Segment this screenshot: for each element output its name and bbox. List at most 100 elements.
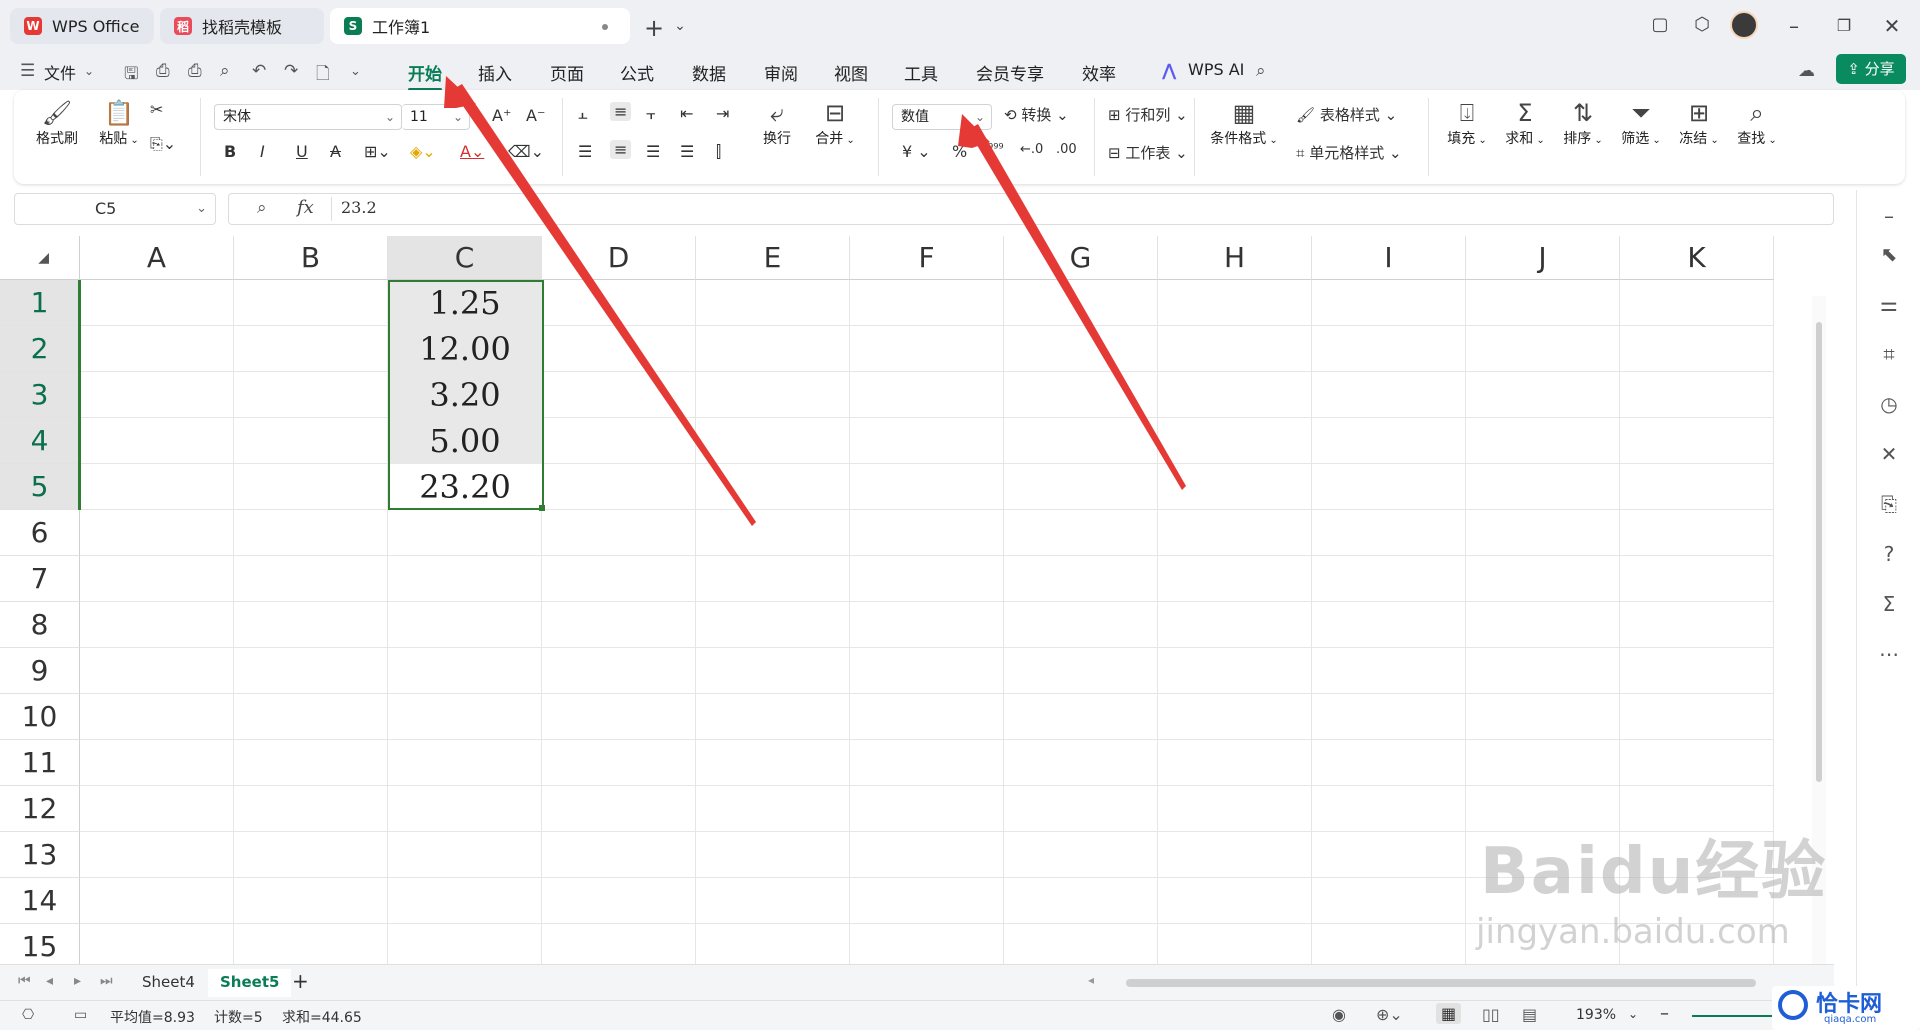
increase-font-icon[interactable]: A⁺: [492, 106, 511, 125]
cube-icon[interactable]: ⬡: [1690, 14, 1714, 35]
share-button[interactable]: ⇪ 分享: [1836, 54, 1906, 84]
fill-color-icon[interactable]: ◈⌄: [410, 142, 436, 161]
formula-bar[interactable]: ⌕ fx 23.2: [228, 193, 1834, 225]
increase-decimal-icon[interactable]: ←.0: [1020, 142, 1043, 157]
row-header-8[interactable]: 8: [0, 602, 80, 648]
name-box[interactable]: C5 ⌄: [14, 193, 216, 225]
select-all-corner[interactable]: ◢: [0, 236, 80, 280]
avatar[interactable]: [1730, 11, 1758, 39]
freeze-button[interactable]: ⊞ 冻结 ⌄: [1674, 98, 1724, 148]
sheet-tab-sheet5[interactable]: Sheet5: [208, 969, 292, 997]
row-header-4[interactable]: 4: [0, 418, 80, 464]
hamburger-icon[interactable]: ☰: [20, 61, 35, 81]
column-header-b[interactable]: B: [234, 236, 388, 280]
cursor-icon[interactable]: ⬉: [1877, 242, 1901, 266]
column-header-d[interactable]: D: [542, 236, 696, 280]
window-layout-icon[interactable]: ▢: [1648, 14, 1672, 35]
menu-review[interactable]: 审阅: [764, 60, 798, 85]
tab-workbook[interactable]: S 工作簿1: [330, 8, 630, 44]
distribute-icon[interactable]: ⫿: [716, 142, 721, 162]
sum-button[interactable]: Σ 求和 ⌄: [1500, 98, 1550, 148]
first-sheet-icon[interactable]: ⏮: [18, 973, 31, 989]
column-header-e[interactable]: E: [696, 236, 850, 280]
crosshair-icon[interactable]: ⊕⌄: [1376, 1005, 1403, 1024]
justify-icon[interactable]: ☰: [680, 142, 694, 161]
underline-icon[interactable]: U: [296, 142, 308, 161]
column-header-i[interactable]: I: [1312, 236, 1466, 280]
menu-view[interactable]: 视图: [834, 60, 868, 85]
redo-icon[interactable]: ↷: [284, 61, 298, 81]
save-icon[interactable]: 🖫: [124, 61, 138, 90]
column-header-a[interactable]: A: [80, 236, 234, 280]
spreadsheet-grid[interactable]: ◢ ABCDEFGHIJK 1 2 3 4 5 6 7 8 9 10 11 12 13 14 15 1.25…: [0, 236, 1834, 964]
zoom-formula-icon[interactable]: ⌕: [257, 198, 267, 218]
horizontal-scrollbar-thumb[interactable]: [1126, 979, 1756, 987]
sheet-tab-sheet4[interactable]: Sheet4: [142, 973, 195, 991]
print-icon[interactable]: ⎙: [188, 61, 202, 81]
strikethrough-icon[interactable]: A: [330, 142, 341, 161]
filter-button[interactable]: ⏷ 筛选 ⌄: [1616, 98, 1666, 148]
row-header-13[interactable]: 13: [0, 832, 80, 878]
column-header-k[interactable]: K: [1620, 236, 1774, 280]
formula-input[interactable]: 23.2: [341, 198, 377, 217]
decrease-font-icon[interactable]: A⁻: [526, 106, 545, 125]
row-col-button[interactable]: ⊞ 行和列 ⌄: [1108, 104, 1188, 125]
row-header-6[interactable]: 6: [0, 510, 80, 556]
conditional-format-button[interactable]: ▦ 条件格式 ⌄: [1206, 98, 1282, 148]
format-painter-button[interactable]: 🖌 格式刷: [32, 98, 82, 148]
menu-insert[interactable]: 插入: [478, 60, 512, 85]
cut-icon[interactable]: ✂: [150, 100, 163, 119]
row-header-12[interactable]: 12: [0, 786, 80, 832]
row-header-7[interactable]: 7: [0, 556, 80, 602]
font-name-select[interactable]: 宋体 ⌄: [214, 104, 402, 130]
bold-icon[interactable]: B: [224, 142, 236, 161]
zoom-slider[interactable]: [1692, 1015, 1782, 1017]
chevron-down-icon[interactable]: ⌄: [1628, 1007, 1638, 1021]
chart-icon[interactable]: ◷: [1877, 392, 1901, 416]
italic-icon[interactable]: I: [260, 142, 265, 161]
align-bottom-icon[interactable]: ⫟: [646, 104, 656, 124]
collapse-icon[interactable]: –: [1877, 204, 1901, 228]
align-center-icon[interactable]: ≡: [610, 140, 632, 159]
book-search-icon[interactable]: ⎘: [1877, 492, 1901, 516]
scrollbar-thumb[interactable]: [1816, 322, 1822, 782]
column-header-f[interactable]: F: [850, 236, 1004, 280]
sort-button[interactable]: ⇅ 排序 ⌄: [1558, 98, 1608, 148]
menu-tools[interactable]: 工具: [904, 60, 938, 85]
zoom-out-icon[interactable]: –: [1660, 1003, 1669, 1024]
eraser-icon[interactable]: ⌫⌄: [508, 142, 544, 161]
convert-button[interactable]: ⟲ 转换 ⌄: [1004, 104, 1069, 125]
find-button[interactable]: ⌕ 查找 ⌄: [1732, 98, 1782, 148]
zoom-level[interactable]: 193%: [1576, 1007, 1616, 1023]
number-format-select[interactable]: 数值 ⌄: [892, 104, 992, 130]
row-header-15[interactable]: 15: [0, 924, 80, 964]
wps-ai-button[interactable]: WPS AI: [1188, 60, 1244, 79]
font-color-icon[interactable]: A⌄: [460, 142, 484, 161]
outdent-icon[interactable]: ⇤: [680, 104, 693, 123]
row-header-9[interactable]: 9: [0, 648, 80, 694]
sliders-icon[interactable]: ⚌: [1877, 292, 1901, 316]
row-header-14[interactable]: 14: [0, 878, 80, 924]
align-right-icon[interactable]: ☰: [646, 142, 660, 161]
scroll-left-icon[interactable]: ◂: [1088, 973, 1094, 987]
vertical-scrollbar[interactable]: [1812, 296, 1826, 964]
tools-icon[interactable]: ✕: [1877, 442, 1901, 466]
fill-handle[interactable]: [539, 505, 545, 511]
thousands-icon[interactable]: ⁹⁹⁹: [988, 142, 1004, 157]
file-menu[interactable]: 文件: [44, 60, 76, 84]
tab-wps-office[interactable]: W WPS Office: [10, 8, 154, 44]
chevron-down-icon[interactable]: ⌄: [668, 18, 692, 34]
column-header-g[interactable]: G: [1004, 236, 1158, 280]
formula-sum-icon[interactable]: Σ: [1877, 592, 1901, 616]
minimize-icon[interactable]: –: [1782, 14, 1806, 38]
row-header-11[interactable]: 11: [0, 740, 80, 786]
menu-efficiency[interactable]: 效率: [1082, 60, 1116, 85]
align-left-icon[interactable]: ☰: [578, 142, 592, 161]
search-icon[interactable]: ⌕: [1256, 61, 1266, 81]
next-sheet-icon[interactable]: ▸: [74, 973, 81, 989]
page-icon[interactable]: ▭: [74, 1007, 87, 1023]
add-sheet-icon[interactable]: +: [292, 969, 309, 993]
prev-sheet-icon[interactable]: ◂: [46, 973, 53, 989]
column-header-h[interactable]: H: [1158, 236, 1312, 280]
cloud-upload-icon[interactable]: ☁: [1798, 61, 1815, 81]
